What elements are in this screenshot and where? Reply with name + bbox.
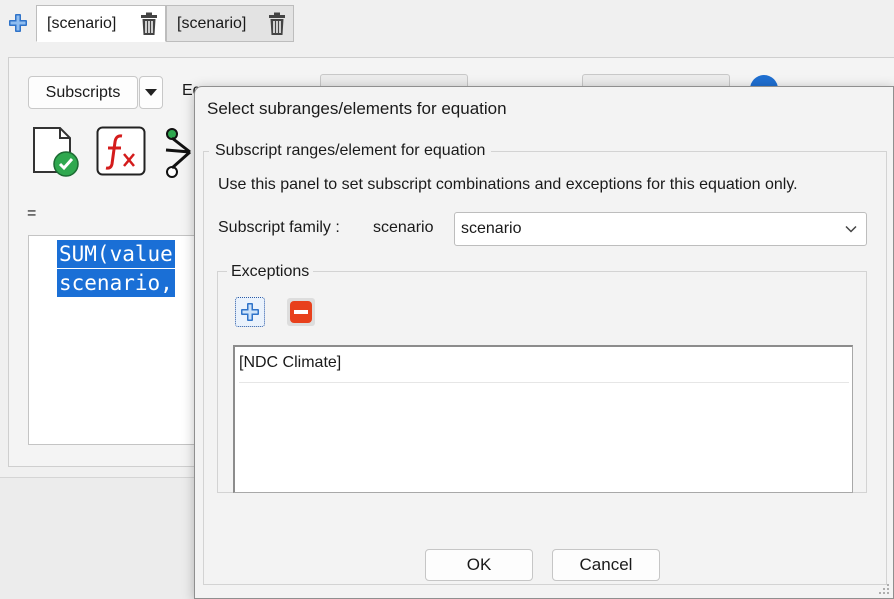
- exceptions-legend: Exceptions: [227, 263, 314, 281]
- tab-label: [scenario]: [177, 14, 247, 32]
- subscript-family-select[interactable]: scenario: [454, 212, 867, 246]
- resize-grip-icon[interactable]: [878, 583, 890, 595]
- minus-icon: [290, 301, 312, 323]
- help-text: Use this panel to set subscript combinat…: [218, 176, 798, 193]
- check-document-icon[interactable]: [30, 126, 80, 178]
- plus-icon: [241, 303, 259, 321]
- equation-text-area[interactable]: SUM(value scenario,: [28, 235, 218, 445]
- subscript-family-value: scenario: [373, 219, 434, 236]
- subscripts-button[interactable]: Subscripts: [28, 76, 138, 109]
- subscripts-dropdown-button[interactable]: [139, 76, 163, 109]
- trash-icon[interactable]: [267, 12, 287, 36]
- dependency-graph-icon[interactable]: [160, 126, 192, 178]
- chevron-down-icon: [845, 225, 857, 233]
- equation-line: scenario,: [57, 269, 175, 297]
- exceptions-list[interactable]: [NDC Climate]: [233, 345, 853, 493]
- list-item[interactable]: [NDC Climate]: [239, 351, 849, 383]
- add-tab-icon[interactable]: [7, 12, 29, 34]
- group-legend: Subscript ranges/element for equation: [209, 142, 492, 160]
- function-icon[interactable]: [96, 126, 146, 176]
- equation-line: SUM(value: [57, 240, 175, 268]
- tab-scenario-2[interactable]: [scenario]: [166, 5, 294, 42]
- subscript-family-label: Subscript family :: [218, 219, 340, 236]
- dialog-title: Select subranges/elements for equation: [207, 99, 507, 118]
- select-subranges-dialog: Select subranges/elements for equation S…: [194, 86, 894, 599]
- tab-scenario-1[interactable]: [scenario]: [36, 5, 166, 42]
- equals-sign: =: [27, 205, 37, 222]
- remove-exception-button[interactable]: [287, 298, 315, 326]
- subscript-family-selected: scenario: [461, 220, 522, 237]
- tab-label: [scenario]: [47, 14, 117, 32]
- ok-button[interactable]: OK: [425, 549, 533, 581]
- trash-icon[interactable]: [139, 12, 159, 36]
- cancel-button[interactable]: Cancel: [552, 549, 660, 581]
- add-exception-button[interactable]: [235, 297, 265, 327]
